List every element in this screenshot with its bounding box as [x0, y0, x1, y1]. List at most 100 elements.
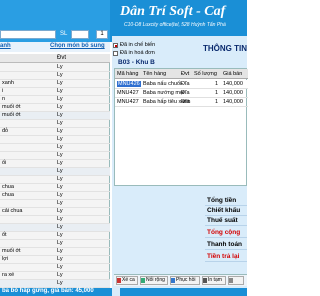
quantity-label: SL [60, 31, 68, 37]
menu-item-name: đỏ [2, 128, 9, 134]
menu-item-name: ối [2, 160, 7, 166]
menu-item-unit: Ly [57, 208, 63, 214]
order-toolbar: Xé ca Nối rộng Phục hồi In tạm [114, 274, 247, 286]
menu-item[interactable]: ốt Ly [0, 232, 110, 240]
info-title: THÔNG TIN [203, 44, 247, 53]
menu-item[interactable]: n Ly [0, 96, 110, 104]
total-tax: Thuế suất [205, 216, 247, 226]
table-name: B03 - Khu B [118, 59, 155, 66]
link-row: anh Chọn món bổ sung [0, 42, 110, 52]
menu-item-unit: Ly [57, 152, 63, 158]
quantity-input[interactable] [71, 30, 89, 39]
menu-item-name: muối ớt [2, 248, 21, 254]
menu-item[interactable]: Ly [0, 216, 110, 224]
print-temp-button[interactable]: In tạm [202, 276, 226, 285]
menu-item-unit: Ly [57, 176, 63, 182]
menu-item-unit: Ly [57, 192, 63, 198]
order-cell-price: 140,000 [223, 81, 243, 87]
menu-item-unit: Ly [57, 224, 63, 230]
merge-button[interactable]: Nối rộng [140, 276, 168, 285]
menu-item-name: xanh [2, 80, 14, 86]
order-row[interactable]: MNU427 Baba hấp tiêu xanh Đĩa 1 140,000 [115, 98, 248, 107]
menu-item-unit: Ly [57, 144, 63, 150]
total-grand: Tổng cộng [205, 228, 247, 238]
menu-item[interactable]: Ly [0, 240, 110, 248]
search-input[interactable] [0, 30, 56, 39]
order-cell-code: MNU427 [117, 90, 139, 96]
menu-item[interactable]: muối ớt Ly [0, 104, 110, 112]
checkbox-cooked[interactable] [113, 43, 118, 48]
menu-item-name: chua [2, 184, 14, 190]
menu-item[interactable]: cải chua Ly [0, 208, 110, 216]
menu-item[interactable]: muối ớt Ly [0, 112, 110, 120]
menu-item[interactable]: Ly [0, 72, 110, 80]
menu-item-name: cải chua [2, 208, 23, 214]
menu-item[interactable]: muối ớt Ly [0, 248, 110, 256]
menu-item[interactable]: ối Ly [0, 160, 110, 168]
menu-item[interactable]: chua Ly [0, 192, 110, 200]
menu-item[interactable]: xanh Ly [0, 80, 110, 88]
menu-item-unit: Ly [57, 120, 63, 126]
order-cell-name: Baba nấu chuối [143, 81, 182, 87]
total-paid-label: Thanh toán [207, 241, 243, 248]
menu-item[interactable]: Ly [0, 120, 110, 128]
menu-item[interactable]: i Ly [0, 88, 110, 96]
menu-item[interactable]: Ly [0, 168, 110, 176]
menu-item-name: muối ớt [2, 104, 21, 110]
menu-item-unit: Ly [57, 232, 63, 238]
menu-item[interactable]: chua Ly [0, 184, 110, 192]
menu-list: Đvt Ly Ly xanh Ly i Ly n Ly muối ớt Ly muối ớt Ly Ly… [0, 54, 110, 290]
link-left[interactable]: anh [0, 43, 11, 49]
menu-item-unit: Ly [57, 272, 63, 278]
menu-item[interactable]: ra xé Ly [0, 272, 110, 280]
order-cell-code: MNU427 [117, 99, 139, 105]
order-cell-qty: 1 [215, 99, 219, 105]
menu-item-unit: Ly [57, 88, 63, 94]
menu-item[interactable]: Ly [0, 200, 110, 208]
menu-item[interactable]: Ly [0, 64, 110, 72]
menu-item-name: muối ớt [2, 112, 21, 118]
menu-item-unit: Ly [57, 256, 63, 262]
checkbox-cooked-label: Đã in chế biến [120, 42, 156, 48]
split-icon [117, 278, 121, 283]
restore-label: Phục hồi [176, 277, 196, 283]
menu-item[interactable]: Ly [0, 136, 110, 144]
menu-item[interactable]: Ly [0, 280, 110, 288]
total-subtotal: Tổng tiền [205, 196, 247, 206]
menu-item-name: i [2, 88, 4, 94]
link-choose-extra[interactable]: Chọn món bổ sung [50, 43, 105, 49]
order-cell-qty: 1 [215, 90, 219, 96]
checkbox-invoice[interactable] [113, 51, 118, 56]
menu-item[interactable]: Ly [0, 224, 110, 232]
menu-item[interactable]: lợi Ly [0, 256, 110, 264]
menu-item-unit: Ly [57, 184, 63, 190]
menu-item[interactable]: Ly [0, 176, 110, 184]
quantity-value[interactable]: 1 [96, 30, 108, 39]
total-grand-label: Tổng cộng [207, 229, 241, 236]
order-row[interactable]: MNU426 Baba nấu chuối Đĩa 1 140,000 [115, 80, 248, 89]
menu-item-name: ốt [2, 232, 7, 238]
total-change-label: Tiền trả lại [207, 253, 240, 260]
menu-list-header: Đvt [0, 54, 110, 63]
total-change: Tiền trả lại [205, 252, 247, 262]
menu-item[interactable]: Ly [0, 264, 110, 272]
menu-item-name: chua [2, 192, 14, 198]
more-button[interactable] [228, 276, 244, 285]
menu-item-name: ra xé [2, 272, 15, 278]
more-icon [229, 278, 233, 283]
menu-item[interactable]: Ly [0, 144, 110, 152]
merge-icon [141, 278, 145, 283]
menu-item[interactable]: đỏ Ly [0, 128, 110, 136]
total-tax-label: Thuế suất [207, 217, 238, 224]
menu-item[interactable]: Ly [0, 152, 110, 160]
col-qty: Số lượng [194, 71, 217, 77]
restore-button[interactable]: Phục hồi [170, 276, 200, 285]
menu-item-unit: Ly [57, 72, 63, 78]
col-code: Mã hàng [117, 71, 139, 77]
total-discount-label: Chiết khấu [207, 207, 241, 214]
total-paid: Thanh toán [205, 240, 247, 250]
order-row[interactable]: MNU427 Baba nướng mọi Đĩa 1 140,000 [115, 89, 248, 98]
split-shift-button[interactable]: Xé ca [116, 276, 138, 285]
order-cell-code: MNU426 [117, 81, 141, 87]
menu-item-name: n [2, 96, 6, 102]
